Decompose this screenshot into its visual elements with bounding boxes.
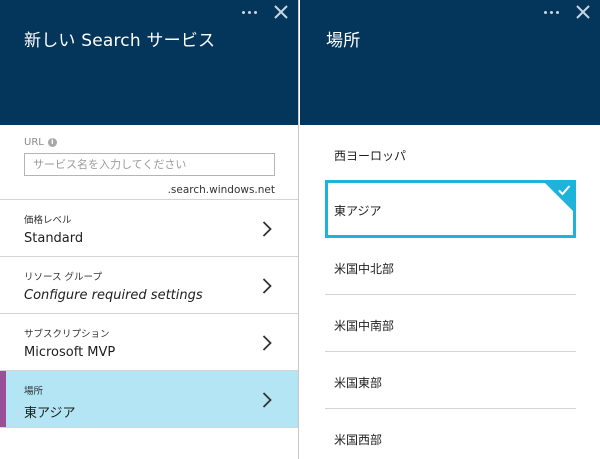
- more-options-icon[interactable]: [543, 5, 561, 19]
- row-value: 東アジア: [24, 406, 76, 421]
- resource-group-row[interactable]: リソース グループ Configure required settings: [0, 257, 298, 314]
- selection-marker: [0, 371, 6, 427]
- location-item[interactable]: 米国中北部: [325, 238, 576, 295]
- location-label: 東アジア: [334, 204, 382, 218]
- blade-controls: [543, 4, 591, 20]
- chevron-right-icon: [262, 277, 272, 295]
- location-item[interactable]: 米国東部: [325, 352, 576, 409]
- blade-title: 新しい Search サービス: [24, 31, 216, 51]
- location-label: 米国東部: [334, 376, 383, 390]
- blade-controls: [241, 4, 289, 20]
- row-value: Microsoft MVP: [24, 345, 116, 360]
- url-section: URL i .search.windows.net: [0, 125, 298, 200]
- blade-header: 場所: [300, 0, 600, 125]
- chevron-right-icon: [262, 334, 272, 352]
- url-label-row: URL i: [24, 137, 57, 148]
- location-row[interactable]: 場所 東アジア: [0, 371, 298, 428]
- info-icon[interactable]: i: [47, 138, 57, 147]
- row-label: 価格レベル: [24, 215, 72, 226]
- row-label: リソース グループ: [24, 272, 102, 283]
- location-list: 西ヨーロッパ 東アジア 米国中北部 米国中南部 米国東部 米国西部: [300, 125, 600, 459]
- url-label: URL: [24, 137, 44, 148]
- subscription-row[interactable]: サブスクリプション Microsoft MVP: [0, 314, 298, 371]
- location-item-selected[interactable]: 東アジア: [325, 180, 576, 238]
- close-icon[interactable]: [575, 4, 591, 20]
- pricing-tier-row[interactable]: 価格レベル Standard: [0, 200, 298, 257]
- location-item[interactable]: 西ヨーロッパ: [325, 125, 576, 181]
- location-item[interactable]: 米国西部: [325, 409, 576, 459]
- chevron-right-icon: [262, 220, 272, 238]
- location-label: 西ヨーロッパ: [334, 149, 407, 163]
- more-options-icon[interactable]: [241, 5, 259, 19]
- blade-header: 新しい Search サービス: [0, 0, 298, 125]
- url-suffix: .search.windows.net: [167, 184, 275, 196]
- location-blade: 場所 西ヨーロッパ 東アジア 米国中北部 米国中南部 米国東部 米国西部: [300, 0, 600, 459]
- chevron-right-icon: [262, 391, 272, 409]
- location-label: 米国西部: [334, 433, 383, 447]
- location-label: 米国中南部: [334, 319, 395, 333]
- row-label: サブスクリプション: [24, 329, 110, 340]
- row-label: 場所: [24, 386, 44, 397]
- location-label: 米国中北部: [334, 262, 395, 276]
- checkmark-icon: [557, 184, 571, 196]
- service-name-input[interactable]: [24, 153, 275, 176]
- new-search-service-blade: 新しい Search サービス URL i .search.windows.ne…: [0, 0, 299, 459]
- blade-title: 場所: [326, 31, 361, 51]
- row-value: Configure required settings: [24, 288, 203, 303]
- row-value: Standard: [24, 231, 84, 246]
- close-icon[interactable]: [273, 4, 289, 20]
- location-item[interactable]: 米国中南部: [325, 295, 576, 352]
